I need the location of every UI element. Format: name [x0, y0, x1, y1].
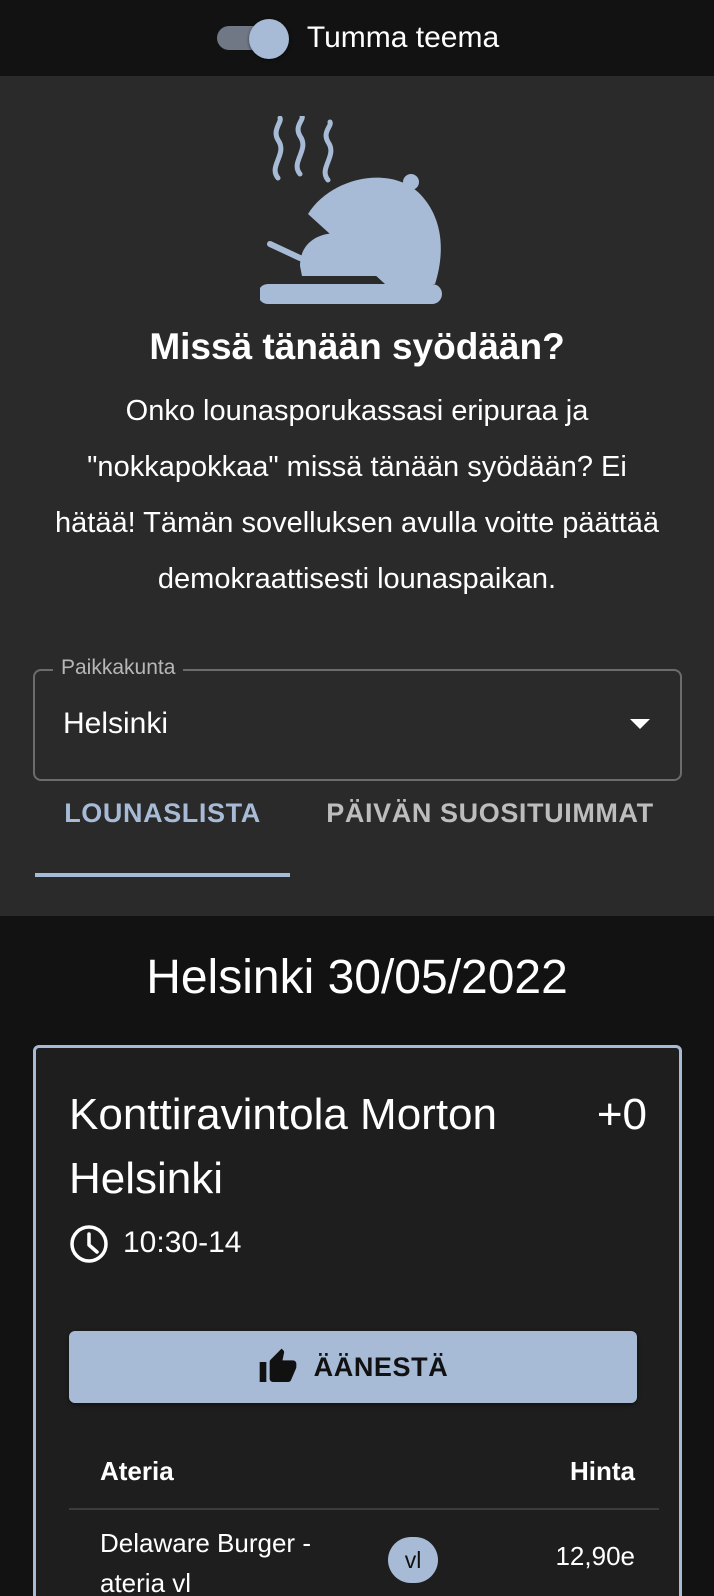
thumb-up-icon — [259, 1348, 296, 1382]
hero-title: Missä tänään syödään? — [149, 326, 565, 367]
restaurant-card: Konttiravintola Morton Helsinki +0 10:30… — [33, 1045, 682, 1596]
top-bar: Tumma teema — [0, 0, 714, 76]
column-header-meal: Ateria — [100, 1456, 174, 1486]
city-select-label: Paikkakunta — [53, 656, 184, 680]
hero-description: Onko lounasporukassasi eripuraa ja "nokk… — [55, 395, 660, 595]
toggle-thumb — [248, 19, 289, 59]
vote-button[interactable]: ÄÄNESTÄ — [69, 1331, 637, 1403]
city-select[interactable]: Paikkakunta Helsinki — [33, 656, 682, 781]
dropdown-arrow-icon — [630, 719, 650, 729]
clock-icon — [70, 1225, 108, 1263]
tab-lounaslista[interactable]: LOUNASLISTA — [35, 798, 290, 862]
vote-count: +0 — [596, 1090, 647, 1139]
tab-paivan-suosituimmat[interactable]: PÄIVÄN SUOSITUIMMAT — [300, 798, 680, 862]
diet-tag-badge: vl — [388, 1537, 438, 1583]
hero-panel: Missä tänään syödään? Onko lounasporukas… — [0, 76, 714, 916]
active-tab-indicator — [35, 873, 290, 877]
serving-dish-icon — [260, 116, 442, 304]
theme-toggle[interactable] — [215, 18, 289, 59]
meal-price: 12,90e — [555, 1541, 635, 1571]
city-select-value: Helsinki — [63, 707, 169, 740]
date-heading: Helsinki 30/05/2022 — [146, 951, 568, 1004]
vote-button-label: ÄÄNESTÄ — [313, 1351, 449, 1382]
column-header-price: Hinta — [570, 1456, 635, 1486]
opening-hours: 10:30-14 — [123, 1226, 242, 1259]
meal-name: Delaware Burger -ateria vl — [100, 1528, 311, 1596]
table-divider — [69, 1508, 659, 1510]
theme-toggle-label: Tumma teema — [306, 21, 500, 54]
restaurant-name: Konttiravintola Morton Helsinki — [69, 1090, 497, 1203]
